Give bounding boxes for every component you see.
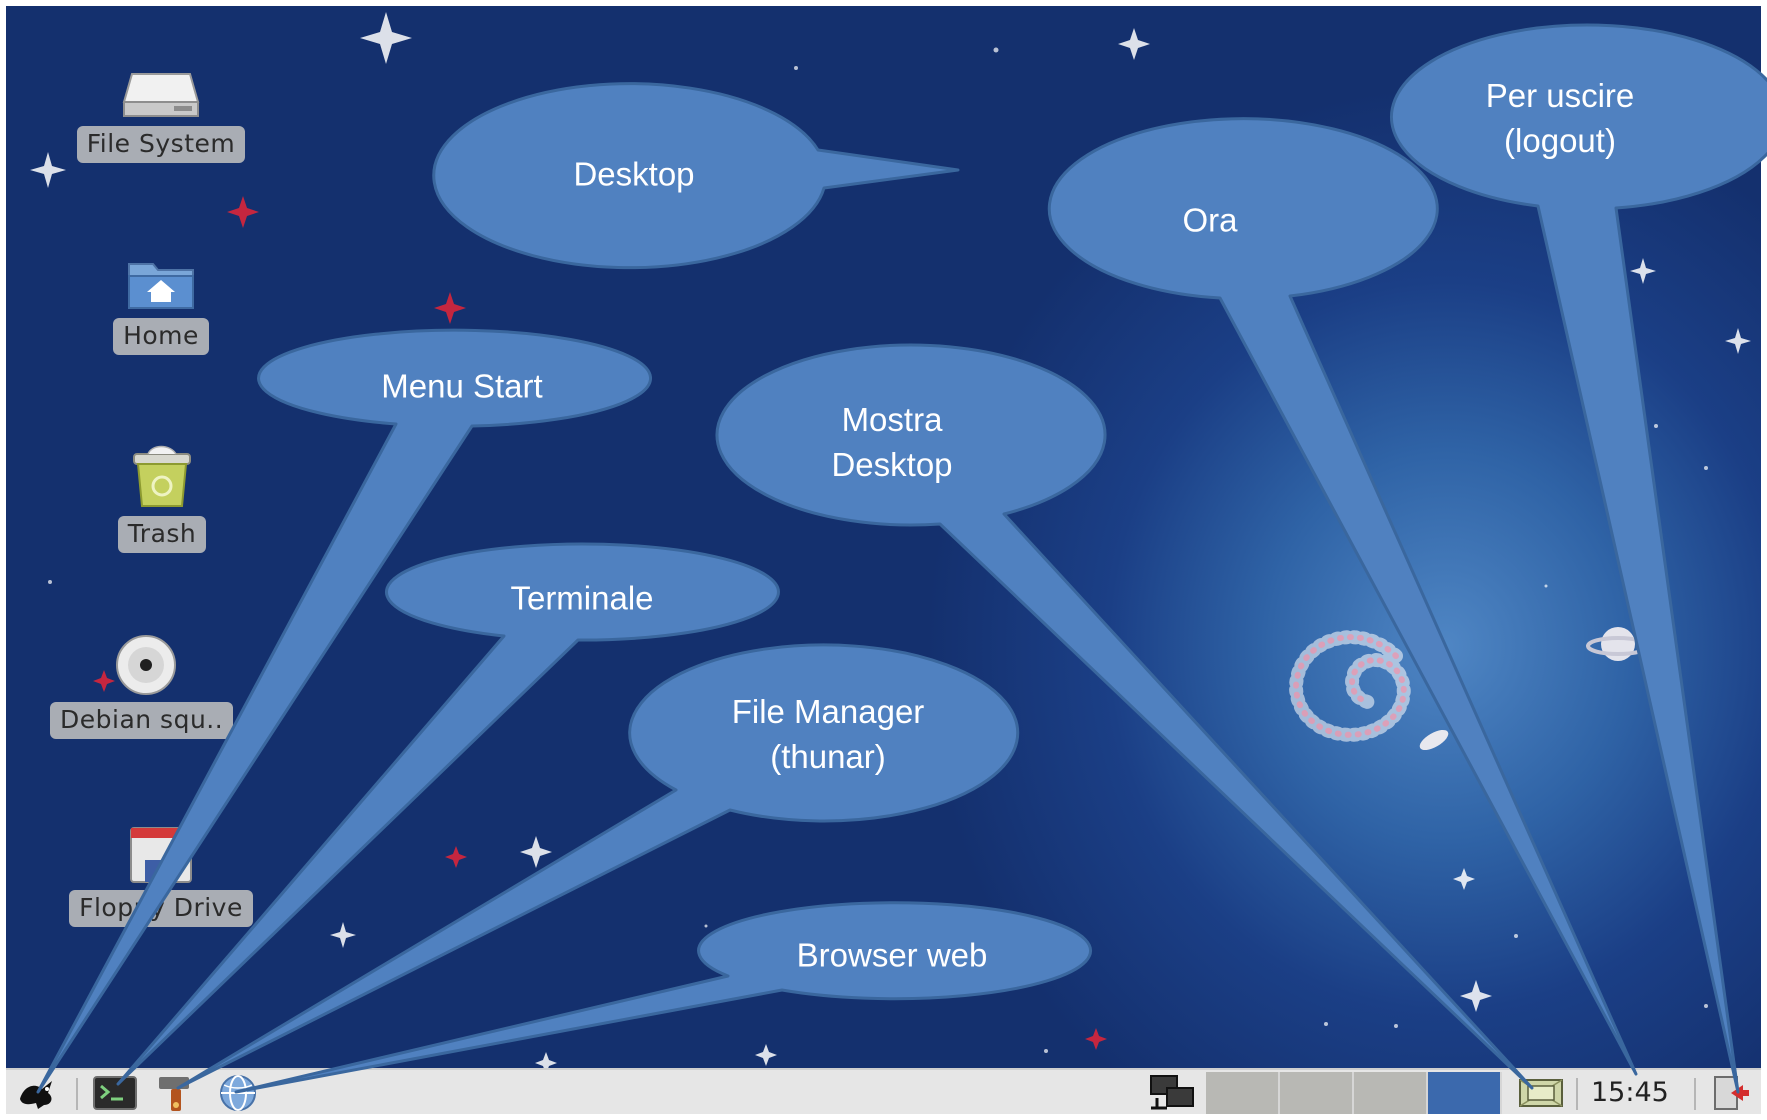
callout-label-file-manager: File Manager (thunar) — [731, 693, 925, 775]
callout-label-logout: Per uscire (logout) — [1485, 77, 1635, 159]
callout-browser — [234, 901, 1093, 1094]
callout-label-menu-start: Menu Start — [381, 367, 543, 405]
callout-menu-start — [36, 328, 653, 1094]
callout-ora — [1047, 117, 1638, 1076]
callout-label-browser: Browser web — [796, 936, 988, 974]
callout-label-mostra-desktop: Mostra Desktop — [831, 401, 953, 483]
callout-label-ora: Ora — [1182, 201, 1238, 239]
callout-label-desktop: Desktop — [573, 155, 695, 193]
callout-logout — [1389, 23, 1767, 1094]
callout-label-terminale: Terminale — [510, 579, 654, 617]
callout-desktop — [432, 82, 960, 270]
